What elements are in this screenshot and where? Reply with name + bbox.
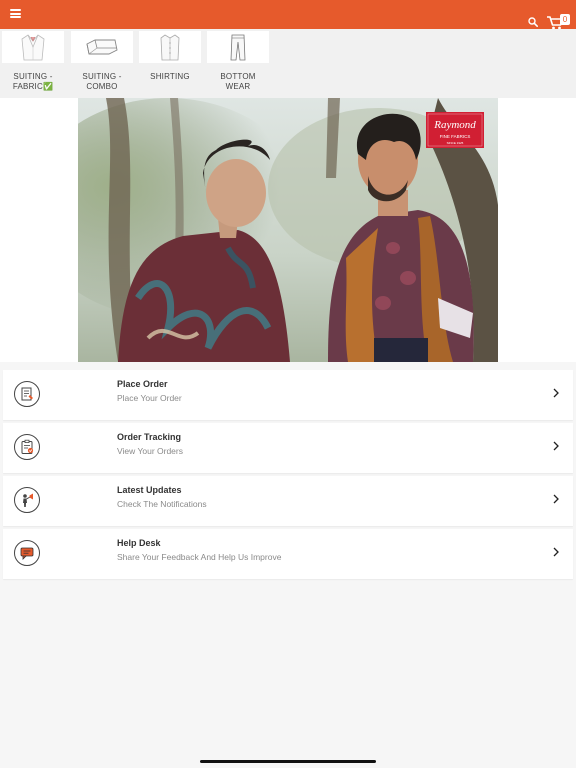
promo-banner-image[interactable]: Raymond FINE FABRICS SINCE 1925 (78, 98, 498, 362)
shirt-icon (139, 31, 201, 63)
help-desk-row[interactable]: Help Desk Share Your Feedback And Help U… (3, 529, 573, 579)
brand-since: SINCE 1925 (447, 141, 464, 145)
chat-bubble-icon (14, 540, 40, 566)
hamburger-menu-icon[interactable] (10, 9, 21, 18)
order-tracking-row[interactable]: Order Tracking View Your Orders (3, 423, 573, 473)
chevron-right-icon (553, 494, 559, 504)
row-subtitle: View Your Orders (117, 446, 183, 456)
category-label: SHIRTING (150, 72, 190, 81)
order-form-icon (14, 381, 40, 407)
trousers-icon (207, 31, 269, 63)
category-suiting-fabric[interactable]: SUITING - FABRIC✅ (2, 31, 64, 91)
row-subtitle: Check The Notifications (117, 499, 207, 509)
row-title: Place Order (117, 379, 168, 389)
clipboard-check-icon (14, 434, 40, 460)
row-title: Help Desk (117, 538, 161, 548)
row-subtitle: Place Your Order (117, 393, 182, 403)
suit-jacket-icon (2, 31, 64, 63)
row-title: Latest Updates (117, 485, 182, 495)
chevron-right-icon (553, 388, 559, 398)
search-icon[interactable] (528, 17, 538, 27)
category-suiting-combo[interactable]: SUITING - COMBO (71, 31, 133, 91)
cart-count-badge: 0 (560, 14, 570, 25)
place-order-row[interactable]: Place Order Place Your Order (3, 370, 573, 420)
brand-tagline: FINE FABRICS (440, 134, 471, 139)
category-label: SUITING - FABRIC✅ (12, 72, 54, 91)
latest-updates-row[interactable]: Latest Updates Check The Notifications (3, 476, 573, 526)
folded-fabric-icon (71, 31, 133, 63)
announcement-icon (14, 487, 40, 513)
category-strip: SUITING - FABRIC✅ SUITING - COMBO SHIRTI… (0, 29, 576, 98)
category-bottom-wear[interactable]: BOTTOM WEAR (207, 31, 269, 91)
chevron-right-icon (553, 441, 559, 451)
category-shirting[interactable]: SHIRTING (139, 31, 201, 89)
category-label: BOTTOM WEAR (220, 72, 256, 91)
chevron-right-icon (553, 547, 559, 557)
home-indicator[interactable] (200, 760, 376, 763)
row-title: Order Tracking (117, 432, 182, 442)
brand-name: Raymond (433, 119, 476, 131)
category-label: SUITING - COMBO (82, 72, 122, 91)
top-app-bar: 0 (0, 0, 576, 30)
banner-section: Raymond FINE FABRICS SINCE 1925 (0, 98, 576, 362)
row-subtitle: Share Your Feedback And Help Us Improve (117, 552, 282, 562)
